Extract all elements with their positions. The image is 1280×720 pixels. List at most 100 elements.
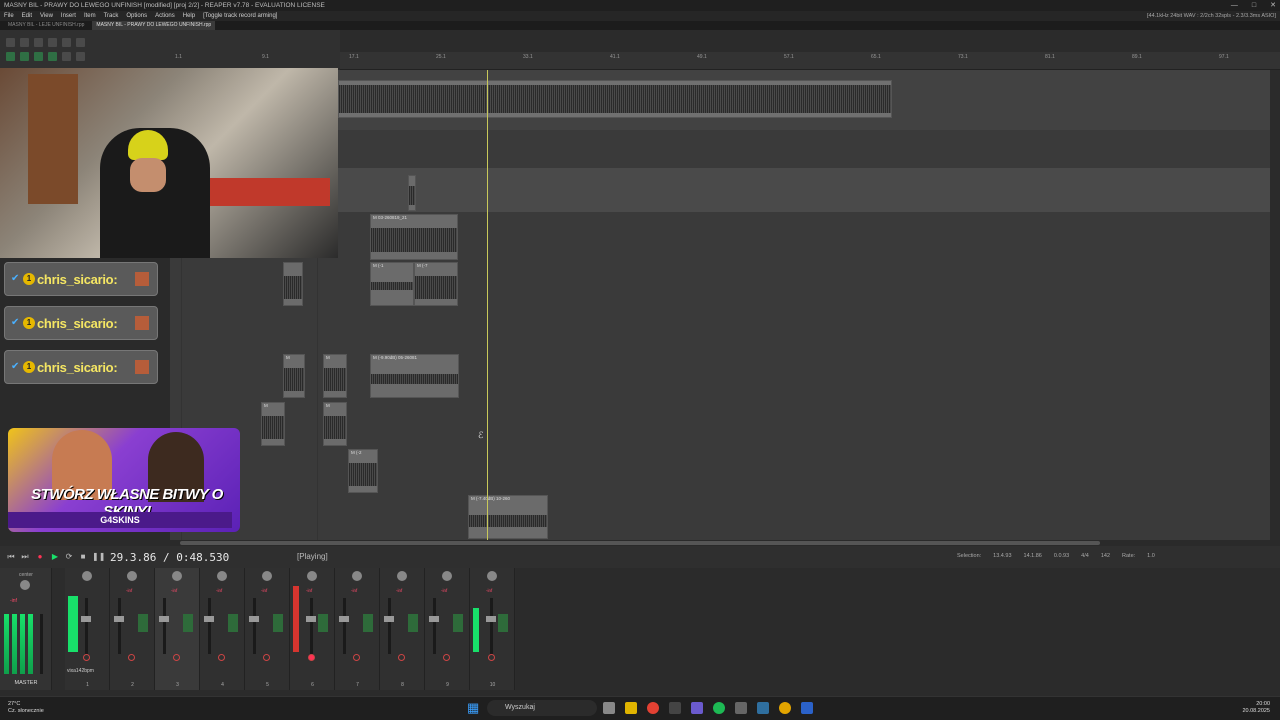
- fx-button[interactable]: [408, 614, 418, 632]
- media-item[interactable]: M: [323, 354, 347, 398]
- mixer-strip[interactable]: -inf 10: [470, 568, 515, 690]
- reaper-icon[interactable]: [757, 702, 769, 714]
- fx-button[interactable]: [138, 614, 148, 632]
- menu-item[interactable]: Item: [84, 11, 96, 21]
- undo-icon[interactable]: [62, 38, 71, 47]
- pan-knob[interactable]: [307, 571, 317, 581]
- media-item[interactable]: M (-9.90dB) 05-26081: [370, 354, 459, 398]
- timeline-ruler[interactable]: 1.1 9.1 17.1 25.1 33.1 41.1 49.1 57.1 65…: [175, 52, 1280, 70]
- media-item[interactable]: M (-7.40dB) 10-260: [468, 495, 548, 539]
- record-arm-icon[interactable]: [218, 654, 225, 661]
- mixer-strip[interactable]: -inf 2: [110, 568, 155, 690]
- record-arm-icon[interactable]: [263, 654, 270, 661]
- pan-knob[interactable]: [397, 571, 407, 581]
- pan-knob[interactable]: [352, 571, 362, 581]
- media-item[interactable]: [408, 175, 416, 211]
- menu-options[interactable]: Options: [126, 11, 147, 21]
- stop-icon[interactable]: ■: [78, 552, 88, 562]
- volume-fader[interactable]: [208, 598, 211, 654]
- record-arm-icon[interactable]: [353, 654, 360, 661]
- spotify-icon[interactable]: [713, 702, 725, 714]
- loop-icon[interactable]: [62, 52, 71, 61]
- pan-knob[interactable]: [172, 571, 182, 581]
- project-tab-1[interactable]: MASNY BIL - LEJE UNFINISH.rpp: [4, 21, 88, 30]
- record-arm-icon[interactable]: [488, 654, 495, 661]
- fader-cap[interactable]: [249, 616, 259, 622]
- record-icon[interactable]: ●: [35, 552, 45, 562]
- menu-help[interactable]: Help: [183, 11, 195, 21]
- go-start-icon[interactable]: ⏮: [6, 552, 16, 562]
- pan-knob[interactable]: [487, 571, 497, 581]
- mixer-strip[interactable]: -inf 3: [155, 568, 200, 690]
- fader-cap[interactable]: [204, 616, 214, 622]
- pause-icon[interactable]: ❚❚: [92, 552, 105, 562]
- fader-cap[interactable]: [114, 616, 124, 622]
- fader-cap[interactable]: [81, 616, 91, 622]
- mixer-strip[interactable]: -inf 5: [245, 568, 290, 690]
- play-icon[interactable]: ▶: [50, 552, 60, 562]
- audio-status[interactable]: [44.1kHz 24bit WAV : 2/2ch 32spls - 2.3/…: [1147, 11, 1276, 21]
- fx-button[interactable]: [498, 614, 508, 632]
- mixer-strip[interactable]: vixa142bpm 1: [65, 568, 110, 690]
- lock-icon[interactable]: [76, 52, 85, 61]
- loop-icon[interactable]: ⟳: [64, 552, 74, 562]
- maximize-icon[interactable]: □: [1252, 0, 1256, 11]
- record-arm-icon[interactable]: [83, 654, 90, 661]
- volume-fader[interactable]: [310, 598, 313, 654]
- save-project-icon[interactable]: [34, 38, 43, 47]
- go-end-icon[interactable]: ⏭: [20, 552, 30, 562]
- record-arm-icon[interactable]: [398, 654, 405, 661]
- rate-value[interactable]: 1.0: [1147, 553, 1155, 559]
- messenger-icon[interactable]: [691, 702, 703, 714]
- menu-edit[interactable]: Edit: [22, 11, 32, 21]
- pan-knob[interactable]: [20, 580, 30, 590]
- menu-track[interactable]: Track: [104, 11, 119, 21]
- menu-actions[interactable]: Actions: [155, 11, 175, 21]
- media-item[interactable]: M: [283, 354, 305, 398]
- volume-fader[interactable]: [433, 598, 436, 654]
- pan-knob[interactable]: [217, 571, 227, 581]
- minimize-icon[interactable]: —: [1231, 0, 1238, 11]
- mixer-strip[interactable]: -inf 6: [290, 568, 335, 690]
- system-clock[interactable]: 20:00 20.08.2025: [1242, 701, 1270, 715]
- selection-end[interactable]: 14.1.86: [1024, 553, 1042, 559]
- fader-cap[interactable]: [384, 616, 394, 622]
- open-project-icon[interactable]: [20, 38, 29, 47]
- pan-knob[interactable]: [127, 571, 137, 581]
- pan-knob[interactable]: [442, 571, 452, 581]
- volume-fader[interactable]: [163, 598, 166, 654]
- fx-button[interactable]: [183, 614, 193, 632]
- ripple-icon[interactable]: [34, 52, 43, 61]
- volume-fader[interactable]: [118, 598, 121, 654]
- pan-knob[interactable]: [82, 571, 92, 581]
- tempo[interactable]: 142: [1101, 553, 1110, 559]
- envelope-icon[interactable]: [48, 52, 57, 61]
- pan-knob[interactable]: [262, 571, 272, 581]
- selection-length[interactable]: 0.0.93: [1054, 553, 1069, 559]
- volume-fader[interactable]: [343, 598, 346, 654]
- weather-widget[interactable]: 27°C Cz. słonecznie: [8, 701, 44, 715]
- time-signature[interactable]: 4/4: [1081, 553, 1089, 559]
- chrome-icon[interactable]: [647, 702, 659, 714]
- record-arm-icon[interactable]: [308, 654, 315, 661]
- mixer-strip[interactable]: -inf 9: [425, 568, 470, 690]
- media-item-main[interactable]: [338, 80, 892, 118]
- fx-button[interactable]: [318, 614, 328, 632]
- settings-icon[interactable]: [48, 38, 57, 47]
- task-view-icon[interactable]: [603, 702, 615, 714]
- file-explorer-icon[interactable]: [625, 702, 637, 714]
- media-item[interactable]: M: [323, 402, 347, 446]
- menu-file[interactable]: File: [4, 11, 14, 21]
- scrollbar-thumb[interactable]: [180, 541, 1100, 545]
- fader-cap[interactable]: [339, 616, 349, 622]
- master-fader[interactable]: [40, 614, 43, 674]
- fader-cap[interactable]: [486, 616, 496, 622]
- media-item[interactable]: [283, 262, 303, 306]
- windows-start-icon[interactable]: ▦: [467, 701, 481, 715]
- app-icon[interactable]: [735, 702, 747, 714]
- app-icon[interactable]: [801, 702, 813, 714]
- media-item[interactable]: M: [261, 402, 285, 446]
- project-tab-2[interactable]: MASNY BIL - PRAWY DO LEWEGO UNFINISH.rpp: [92, 21, 216, 30]
- media-item[interactable]: M (-1: [370, 262, 414, 306]
- chrome-canary-icon[interactable]: [779, 702, 791, 714]
